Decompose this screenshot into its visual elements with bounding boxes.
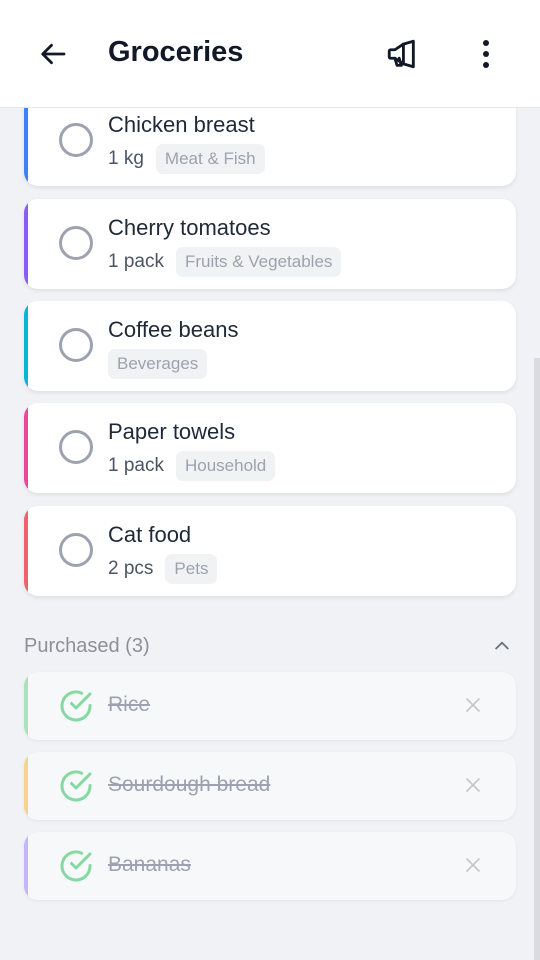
list-item[interactable]: Coffee beans Beverages bbox=[24, 301, 516, 391]
check-circle[interactable] bbox=[59, 226, 93, 260]
category-accent bbox=[24, 199, 28, 289]
category-tag: Beverages bbox=[108, 349, 208, 379]
purchased-item[interactable]: Sourdough bread bbox=[24, 752, 516, 820]
remove-button[interactable] bbox=[460, 852, 486, 878]
category-tag: Household bbox=[175, 451, 276, 481]
item-quantity: 1 pack bbox=[108, 455, 164, 476]
item-quantity: 2 pcs bbox=[108, 558, 154, 579]
item-name: Cherry tomatoes bbox=[108, 215, 271, 240]
category-accent bbox=[24, 672, 28, 740]
check-circle[interactable] bbox=[59, 123, 93, 157]
category-tag: Meat & Fish bbox=[155, 144, 265, 174]
list-item[interactable]: Cherry tomatoes 1 pack Fruits & Vegetabl… bbox=[24, 199, 516, 289]
remove-button[interactable] bbox=[460, 692, 486, 718]
page-title: Groceries bbox=[108, 36, 244, 68]
megaphone-icon bbox=[387, 39, 415, 69]
check-circle-done-icon[interactable] bbox=[58, 848, 94, 884]
arrow-left-icon bbox=[41, 43, 66, 65]
list-item[interactable]: Cat food 2 pcs Pets bbox=[24, 506, 516, 596]
category-accent bbox=[24, 403, 28, 493]
list-item[interactable]: Chicken breast 1 kg Meat & Fish bbox=[24, 108, 516, 186]
item-meta: 1 pack Household bbox=[108, 451, 276, 481]
purchased-section-header[interactable]: Purchased (3) bbox=[24, 632, 516, 662]
item-quantity: 1 kg bbox=[108, 148, 144, 169]
item-name: Sourdough bread bbox=[108, 773, 271, 796]
category-accent bbox=[24, 108, 28, 186]
category-accent bbox=[24, 301, 28, 391]
item-meta: Beverages bbox=[108, 349, 208, 379]
close-icon bbox=[466, 698, 480, 712]
item-name: Coffee beans bbox=[108, 317, 239, 342]
app-root: Groceries Chicken breast 1 kg Meat & Fis… bbox=[0, 0, 540, 960]
list-item[interactable]: Paper towels 1 pack Household bbox=[24, 403, 516, 493]
more-vertical-icon bbox=[483, 40, 489, 68]
more-options-button[interactable] bbox=[466, 34, 506, 74]
check-circle-done-icon[interactable] bbox=[58, 688, 94, 724]
category-accent bbox=[24, 832, 28, 900]
back-button[interactable] bbox=[34, 36, 74, 72]
item-quantity: 1 pack bbox=[108, 251, 164, 272]
check-circle[interactable] bbox=[59, 533, 93, 567]
category-tag: Pets bbox=[165, 554, 218, 584]
category-accent bbox=[24, 752, 28, 820]
check-circle[interactable] bbox=[59, 328, 93, 362]
chevron-up-icon bbox=[495, 641, 509, 650]
item-meta: 1 kg Meat & Fish bbox=[108, 144, 265, 174]
close-icon bbox=[466, 778, 480, 792]
purchased-item[interactable]: Rice bbox=[24, 672, 516, 740]
list-scroll-area[interactable]: Chicken breast 1 kg Meat & Fish Cherry t… bbox=[0, 108, 540, 960]
item-meta: 1 pack Fruits & Vegetables bbox=[108, 247, 342, 277]
item-name: Chicken breast bbox=[108, 112, 255, 137]
purchased-label: Purchased (3) bbox=[24, 635, 150, 657]
remove-button[interactable] bbox=[460, 772, 486, 798]
item-name: Cat food bbox=[108, 522, 192, 547]
check-circle[interactable] bbox=[59, 430, 93, 464]
item-name: Paper towels bbox=[108, 419, 236, 444]
purchased-item[interactable]: Bananas bbox=[24, 832, 516, 900]
category-tag: Fruits & Vegetables bbox=[175, 247, 342, 277]
scrollbar[interactable] bbox=[534, 358, 540, 960]
item-meta: 2 pcs Pets bbox=[108, 554, 218, 584]
collapse-button[interactable] bbox=[488, 632, 516, 660]
item-name: Bananas bbox=[108, 853, 191, 876]
item-name: Rice bbox=[108, 693, 151, 716]
announce-button[interactable] bbox=[380, 34, 424, 74]
app-bar: Groceries bbox=[0, 0, 540, 108]
check-circle-done-icon[interactable] bbox=[58, 768, 94, 804]
close-icon bbox=[466, 858, 480, 872]
category-accent bbox=[24, 506, 28, 596]
